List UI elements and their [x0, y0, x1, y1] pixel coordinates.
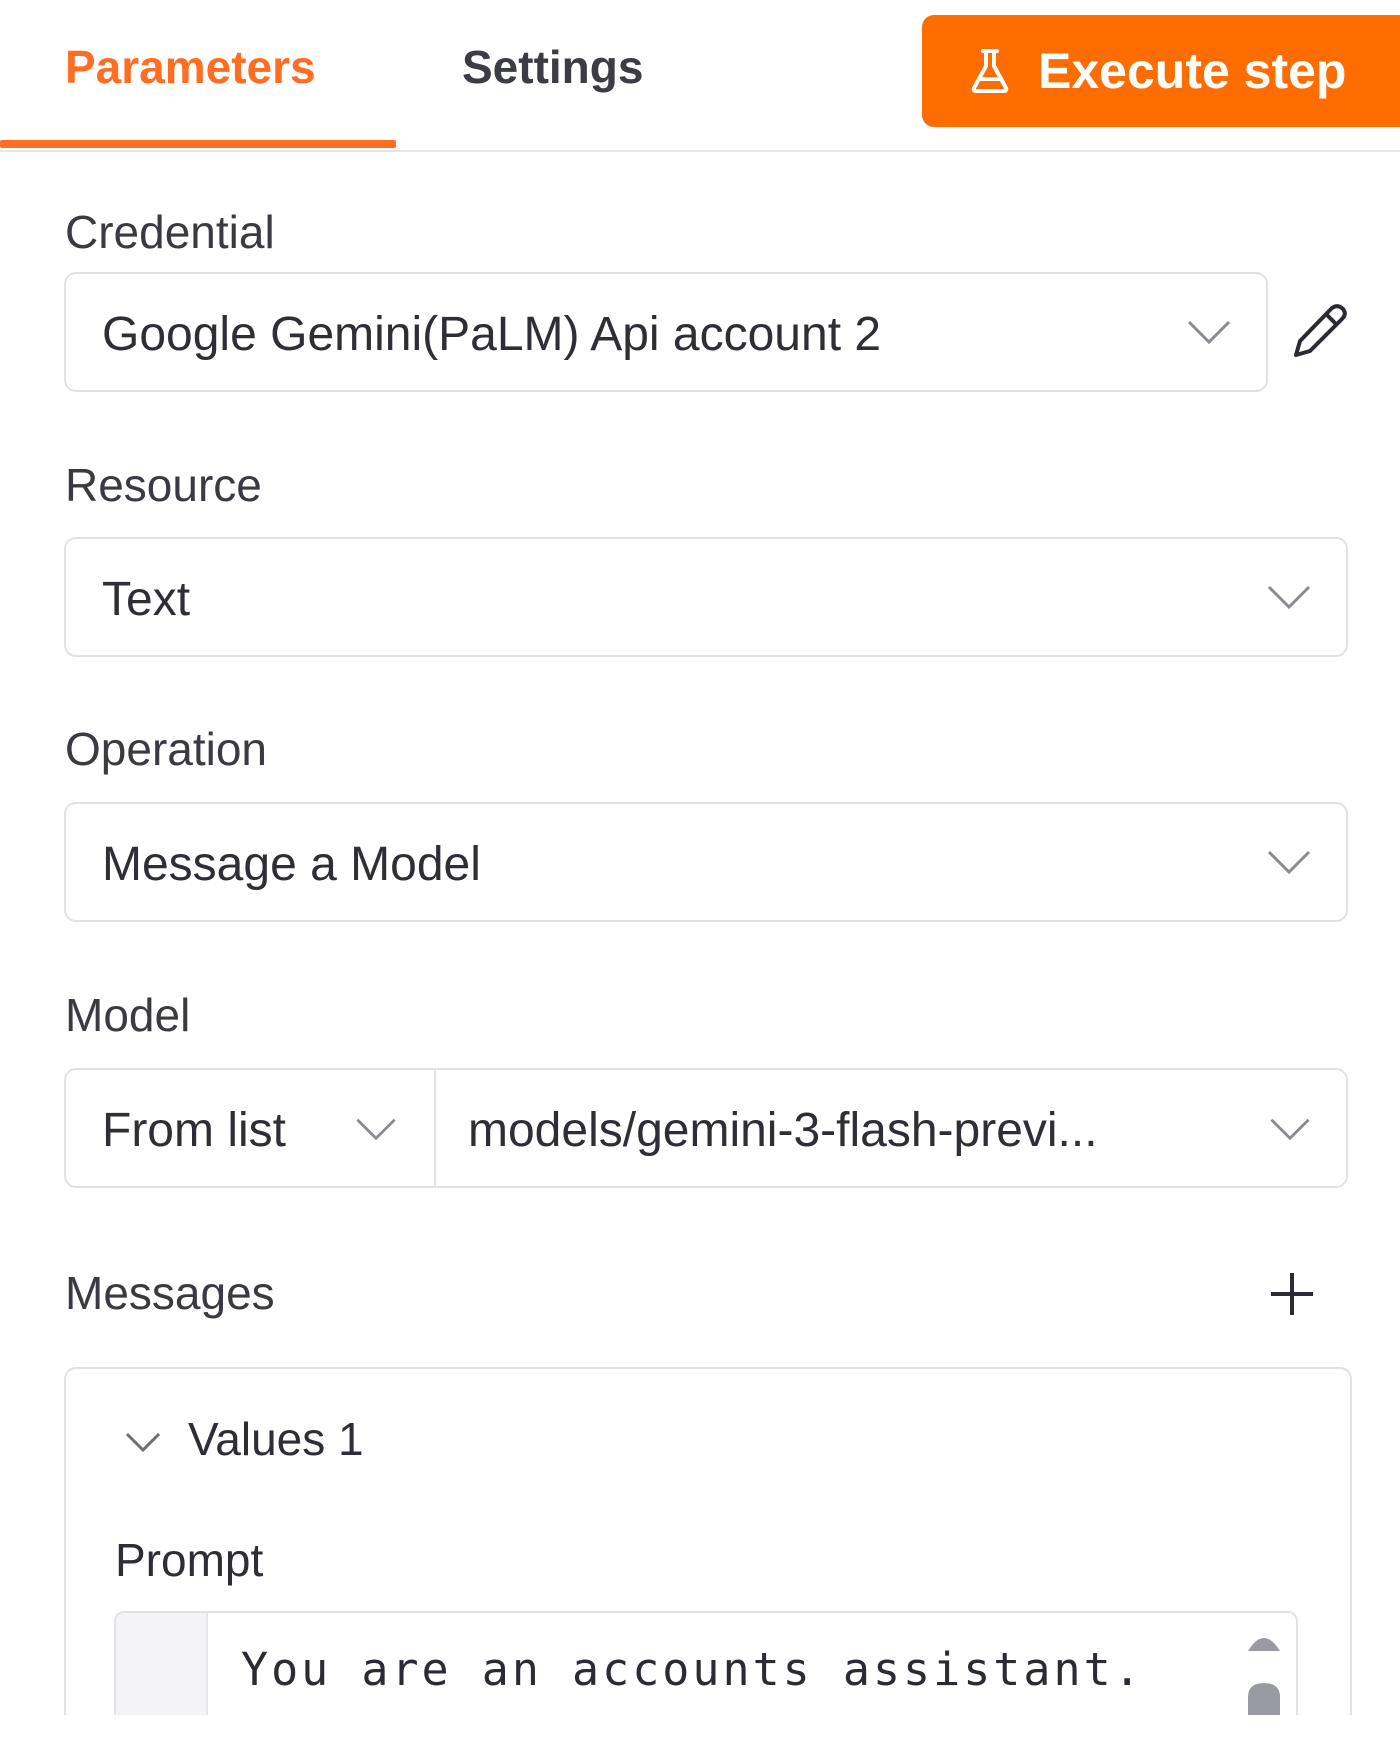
execute-step-button[interactable]: Execute step: [922, 15, 1400, 127]
credential-select[interactable]: Google Gemini(PaLM) Api account 2: [64, 272, 1268, 392]
prompt-label: Prompt: [115, 1534, 264, 1586]
chevron-down-icon: [1270, 1118, 1310, 1141]
execute-step-label: Execute step: [1038, 43, 1347, 99]
tab-bar: Parameters Settings Execute step: [0, 0, 1400, 152]
panel-bottom-edge: [0, 1715, 1400, 1757]
chevron-down-icon: [1267, 850, 1311, 875]
active-tab-indicator: [0, 140, 396, 148]
scroll-up-arrow-icon[interactable]: [1244, 1625, 1284, 1655]
model-mode-value: From list: [102, 1104, 286, 1157]
model-label: Model: [65, 989, 191, 1041]
values-group-title[interactable]: Values 1: [188, 1412, 364, 1466]
tab-settings[interactable]: Settings: [462, 40, 643, 94]
operation-value: Message a Model: [102, 838, 481, 891]
plus-icon[interactable]: [1268, 1270, 1316, 1318]
node-parameters-panel: Parameters Settings Execute step Credent…: [0, 0, 1400, 1757]
prompt-text: You are an accounts assistant.: [241, 1643, 1144, 1696]
credential-label: Credential: [65, 206, 275, 258]
flask-icon: [971, 49, 1009, 93]
model-value-select[interactable]: models/gemini-3-flash-previ...: [434, 1068, 1348, 1188]
model-value: models/gemini-3-flash-previ...: [468, 1104, 1098, 1157]
model-mode-select[interactable]: From list: [64, 1068, 436, 1188]
chevron-down-icon: [1187, 320, 1231, 345]
pencil-icon[interactable]: [1290, 302, 1348, 360]
operation-label: Operation: [65, 723, 268, 775]
collapse-chevron-icon[interactable]: [124, 1430, 162, 1454]
messages-label: Messages: [65, 1267, 275, 1319]
resource-select[interactable]: Text: [64, 537, 1348, 657]
credential-value: Google Gemini(PaLM) Api account 2: [102, 308, 882, 361]
tab-parameters[interactable]: Parameters: [65, 40, 316, 94]
operation-select[interactable]: Message a Model: [64, 802, 1348, 922]
chevron-down-icon: [356, 1118, 396, 1141]
resource-label: Resource: [65, 459, 262, 511]
resource-value: Text: [102, 573, 191, 626]
chevron-down-icon: [1267, 585, 1311, 610]
